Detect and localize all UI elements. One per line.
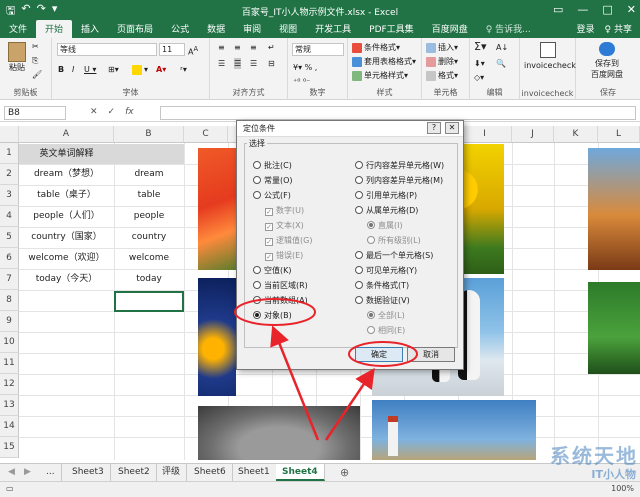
zoom-level[interactable]: 100% [611, 484, 634, 493]
sheet-tab-sheet6[interactable]: Sheet6 [188, 464, 233, 481]
sheet-tab-sheet3[interactable]: Sheet3 [66, 464, 111, 481]
sheet-tab-rating[interactable]: 评级 [156, 464, 188, 481]
annotation-arrow [324, 367, 375, 441]
watermark-subtext: IT小人物 [591, 468, 636, 481]
watermark-text: 系统天地 [550, 444, 638, 468]
annotation-circle-ok [348, 341, 418, 367]
annotation-circle-objects [234, 298, 316, 326]
add-sheet-icon[interactable]: ⊕ [334, 464, 355, 481]
sheet-tab-sheet1[interactable]: Sheet1 [232, 464, 277, 481]
status-bar: ▭ 100% [0, 481, 640, 497]
sheet-tab-bar: ◀ ▶ ... Sheet3 Sheet2 评级 Sheet6 Sheet1 S… [0, 463, 640, 481]
sheet-tab-sheet2[interactable]: Sheet2 [112, 464, 157, 481]
ready-status-icon: ▭ [6, 484, 14, 493]
scroll-last-sheet-icon[interactable]: ▶ [18, 464, 37, 481]
sheet-tab-more[interactable]: ... [40, 464, 62, 481]
annotation-arrow [270, 325, 320, 441]
sheet-tab-sheet4[interactable]: Sheet4 [276, 464, 325, 481]
annotation-overlay [234, 298, 418, 441]
